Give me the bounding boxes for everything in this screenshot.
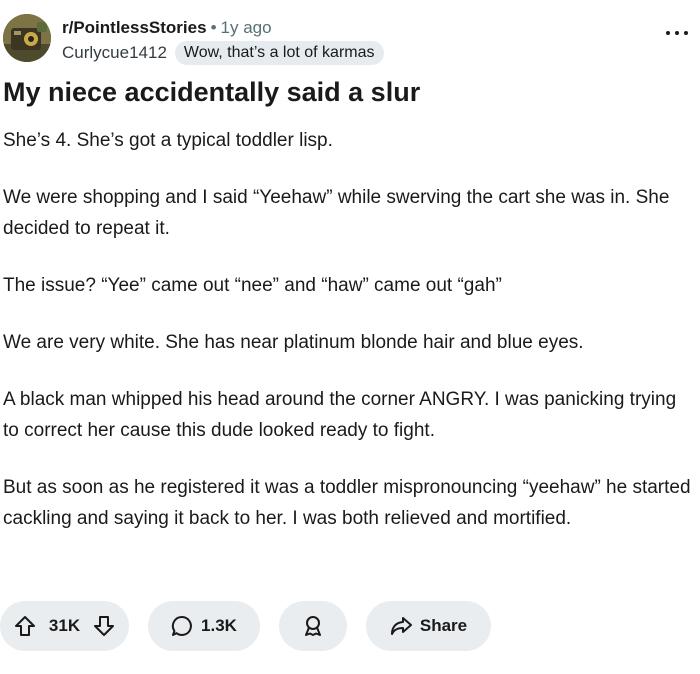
post-body: She’s 4. She’s got a typical toddler lis… xyxy=(3,125,693,560)
comment-count: 1.3K xyxy=(201,616,237,635)
subreddit-avatar[interactable] xyxy=(3,14,51,62)
post-paragraph: The issue? “Yee” came out “nee” and “haw… xyxy=(3,275,502,296)
upvote-count: 31K xyxy=(48,616,81,635)
post-header: r/PointlessStories • 1y ago Curlycue1412 W… xyxy=(0,14,700,68)
author-line: Curlycue1412 Wow, that’s a lot of karmas xyxy=(62,40,384,66)
post-action-bar: 31K 1.3K Share xyxy=(0,601,491,651)
more-options-icon[interactable] xyxy=(666,28,688,38)
upvote-arrow-icon[interactable] xyxy=(14,615,36,637)
subreddit-name[interactable]: r/PointlessStories xyxy=(62,18,207,37)
post-paragraph: We are very white. She has near platinum… xyxy=(3,332,584,353)
meta-separator: • xyxy=(210,18,217,37)
author-username[interactable]: Curlycue1412 xyxy=(62,43,167,63)
award-button[interactable] xyxy=(279,601,347,651)
post-time: 1y ago xyxy=(220,18,272,37)
subreddit-line: r/PointlessStories • 1y ago xyxy=(62,17,272,39)
share-label: Share xyxy=(419,616,468,635)
post-paragraph: We were shopping and I said “Yeehaw” whi… xyxy=(3,187,670,239)
comments-button[interactable]: 1.3K xyxy=(148,601,260,651)
post-paragraph: A black man whipped his head around the … xyxy=(3,389,677,441)
comment-bubble-icon xyxy=(171,615,193,637)
share-button[interactable]: Share xyxy=(366,601,491,651)
post-title: My niece accidentally said a slur xyxy=(3,77,421,107)
user-flair: Wow, that’s a lot of karmas xyxy=(174,41,384,65)
vote-control: 31K xyxy=(0,601,129,651)
downvote-arrow-icon[interactable] xyxy=(93,615,115,637)
post-paragraph: But as soon as he registered it was a to… xyxy=(3,477,691,529)
award-ribbon-icon xyxy=(302,615,324,637)
share-arrow-icon xyxy=(390,615,412,637)
post-paragraph: She’s 4. She’s got a typical toddler lis… xyxy=(3,130,333,151)
